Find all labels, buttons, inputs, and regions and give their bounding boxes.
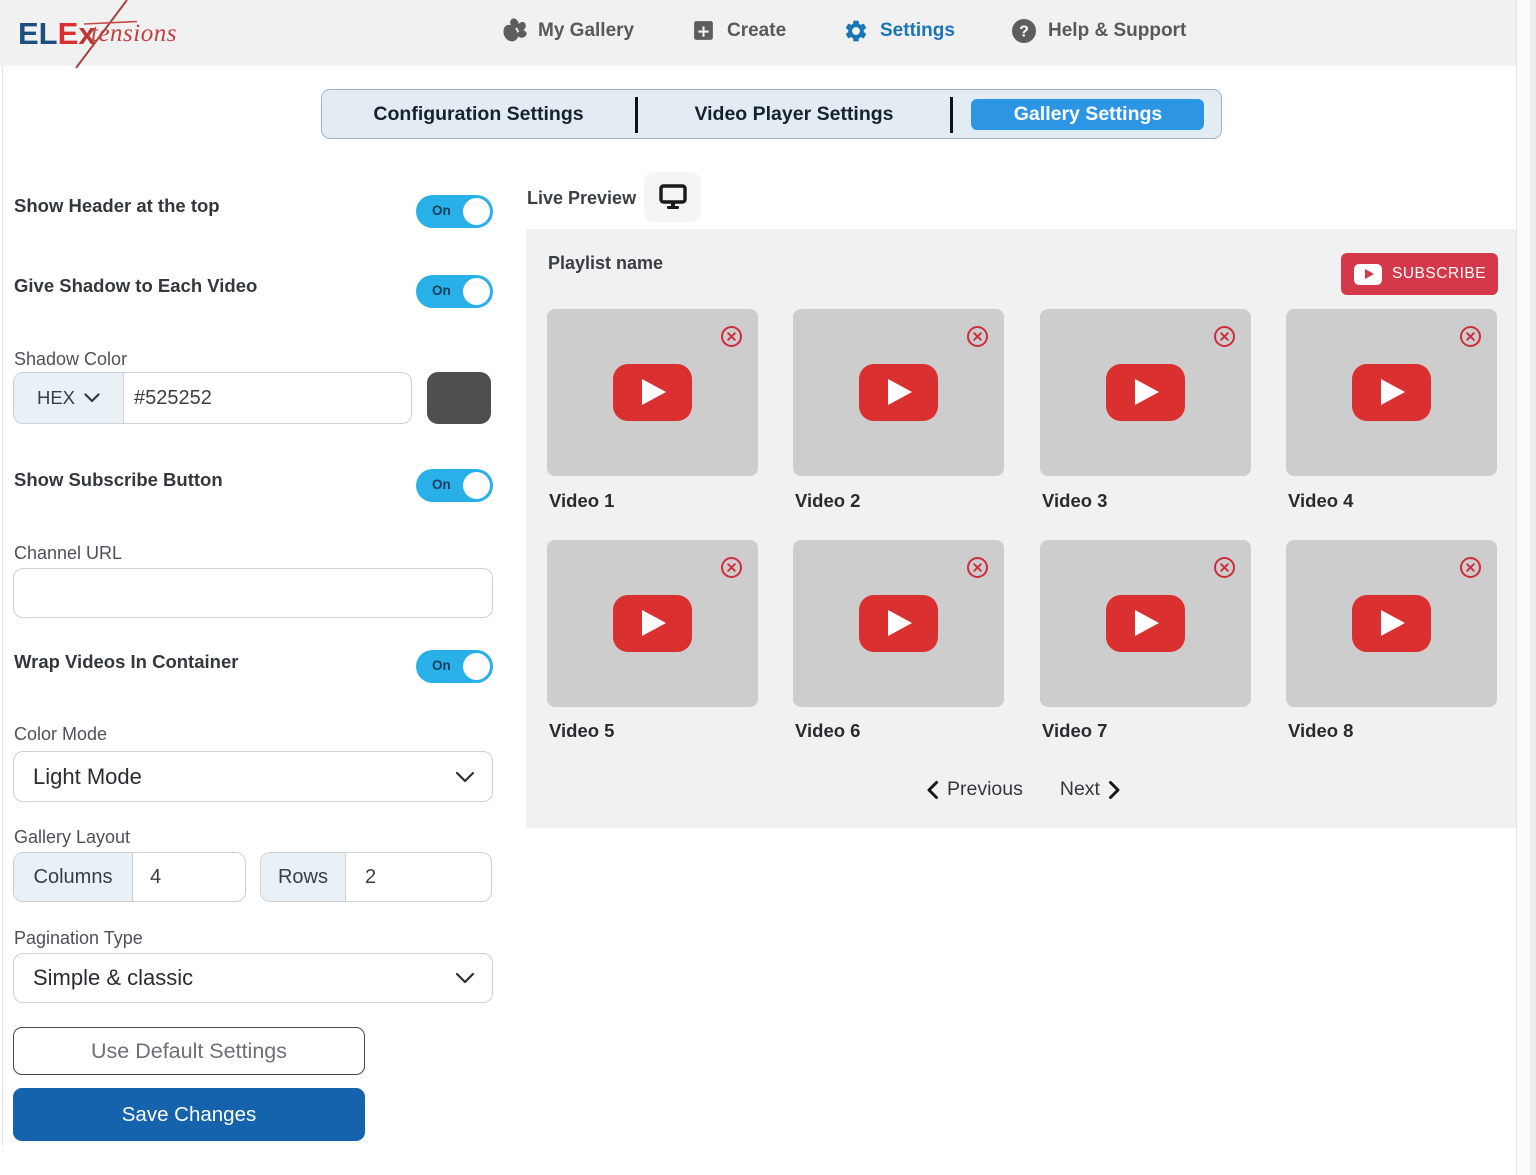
svg-text:?: ? [1019, 23, 1029, 40]
